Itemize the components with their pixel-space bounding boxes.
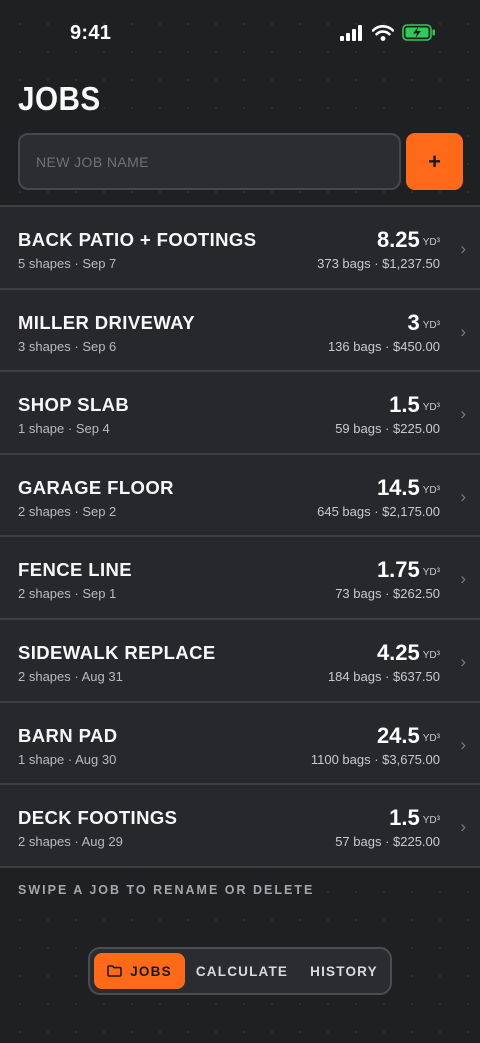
job-meta: 1 shape · Aug 30 [18, 751, 117, 767]
job-volume: 4.25 YD³ [377, 640, 440, 666]
add-job-button[interactable]: + [406, 133, 463, 190]
tab-history-label: HISTORY [310, 963, 378, 979]
job-volume-value: 14.5 [376, 474, 420, 500]
job-volume-value: 1.5 [389, 805, 420, 831]
job-volume-unit: YD³ [422, 402, 440, 414]
swipe-hint: SWIPE A JOB TO RENAME OR DELETE [18, 883, 315, 897]
job-volume-unit: YD³ [422, 567, 440, 579]
battery-charging-icon [402, 24, 435, 41]
job-volume-unit: YD³ [422, 319, 440, 331]
job-cost: 57 bags · $225.00 [335, 834, 440, 850]
job-name: DECK FOOTINGS [18, 807, 178, 829]
job-row[interactable]: SHOP SLAB 1 shape · Sep 4 1.5 YD³ 59 bags… [0, 372, 480, 455]
job-meta: 2 shapes · Aug 29 [18, 834, 123, 850]
job-volume: 14.5 YD³ [377, 475, 440, 501]
job-name: MILLER DRIVEWAY [18, 311, 195, 333]
job-cost: 136 bags · $450.00 [327, 338, 440, 354]
job-volume-unit: YD³ [422, 815, 440, 827]
tab-bar: JOBS CALCULATE HISTORY [88, 947, 392, 995]
chevron-right-icon: › [460, 651, 466, 671]
folder-icon [107, 965, 123, 977]
job-row[interactable]: BARN PAD 1 shape · Aug 30 24.5 YD³ 1100 b… [0, 702, 480, 786]
job-cost: 1100 bags · $3,675.00 [310, 751, 440, 767]
chevron-right-icon: › [460, 734, 466, 754]
job-volume: 24.5 YD³ [377, 723, 440, 749]
job-row[interactable]: DECK FOOTINGS 2 shapes · Aug 29 1.5 YD³ 5… [0, 785, 480, 868]
job-name: FENCE LINE [18, 559, 132, 581]
plus-icon: + [428, 148, 441, 174]
wifi-icon [372, 24, 394, 41]
job-name: SIDEWALK REPLACE [18, 641, 216, 663]
job-volume-unit: YD³ [422, 484, 440, 496]
chevron-right-icon: › [460, 404, 466, 424]
job-meta: 5 shapes · Sep 7 [18, 256, 117, 271]
job-volume-value: 8.25 [376, 227, 420, 252]
job-volume-value: 1.75 [376, 557, 420, 583]
tab-jobs[interactable]: JOBS [94, 953, 185, 989]
job-meta: 2 shapes · Aug 31 [18, 668, 123, 684]
status-bar: 9:41 [0, 0, 480, 70]
job-row[interactable]: MILLER DRIVEWAY 3 shapes · Sep 6 3 YD³ 13… [0, 289, 480, 373]
job-volume-value: 3 [407, 309, 420, 335]
cellular-signal-icon [340, 24, 362, 41]
tab-jobs-label: JOBS [130, 963, 172, 979]
status-icons [340, 24, 436, 41]
new-job-name-input[interactable] [18, 133, 401, 190]
job-cost: 59 bags · $225.00 [335, 421, 440, 437]
job-name: BARN PAD [18, 724, 118, 746]
job-cost: 373 bags · $1,237.50 [317, 256, 440, 271]
job-volume: 1.75 YD³ [377, 557, 440, 583]
job-row[interactable]: SIDEWALK REPLACE 2 shapes · Aug 31 4.25 Y… [0, 619, 480, 703]
job-volume-value: 4.25 [376, 639, 420, 665]
job-meta: 2 shapes · Sep 1 [18, 586, 117, 602]
chevron-right-icon: › [460, 817, 466, 837]
job-volume-unit: YD³ [422, 649, 440, 661]
job-cost: 73 bags · $262.50 [335, 586, 440, 602]
job-volume: 8.25 YD³ [377, 227, 440, 253]
job-meta: 3 shapes · Sep 6 [18, 338, 117, 354]
job-meta: 2 shapes · Sep 2 [18, 503, 117, 519]
page-title: JOBS [18, 80, 101, 117]
job-cost: 645 bags · $2,175.00 [317, 503, 440, 519]
new-job-row: + [18, 133, 463, 190]
job-volume: 1.5 YD³ [389, 392, 440, 418]
chevron-right-icon: › [460, 239, 466, 258]
job-name: SHOP SLAB [18, 394, 130, 416]
job-row[interactable]: FENCE LINE 2 shapes · Sep 1 1.75 YD³ 73 b… [0, 537, 480, 620]
job-volume: 3 YD³ [408, 310, 440, 336]
job-meta: 1 shape · Sep 4 [18, 421, 110, 437]
job-volume: 1.5 YD³ [389, 805, 440, 831]
job-volume-unit: YD³ [422, 732, 440, 744]
chevron-right-icon: › [460, 321, 466, 341]
job-cost: 184 bags · $637.50 [327, 668, 440, 684]
job-name: BACK PATIO + FOOTINGS [18, 229, 257, 250]
chevron-right-icon: › [460, 486, 466, 506]
job-row[interactable]: GARAGE FLOOR 2 shapes · Sep 2 14.5 YD³ 64… [0, 454, 480, 538]
job-row[interactable]: BACK PATIO + FOOTINGS 5 shapes · Sep 7 8… [0, 207, 480, 290]
job-list: BACK PATIO + FOOTINGS 5 shapes · Sep 7 8… [0, 205, 480, 868]
status-time: 9:41 [70, 22, 112, 44]
job-volume-unit: YD³ [422, 237, 440, 248]
tab-calculate[interactable]: CALCULATE [194, 953, 290, 989]
tab-history[interactable]: HISTORY [302, 953, 386, 989]
chevron-right-icon: › [460, 569, 466, 589]
job-name: GARAGE FLOOR [18, 476, 174, 498]
tab-calculate-label: CALCULATE [195, 963, 289, 979]
job-volume-value: 24.5 [376, 722, 420, 748]
job-volume-value: 1.5 [389, 392, 420, 418]
